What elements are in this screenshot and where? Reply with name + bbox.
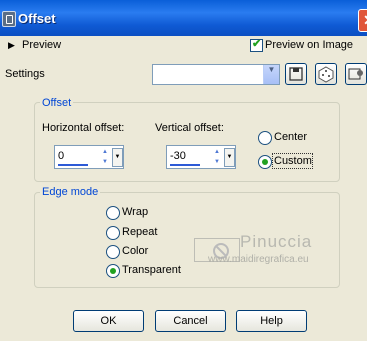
- edge-repeat-label: Repeat: [122, 226, 158, 238]
- close-icon: ✕: [363, 12, 367, 28]
- cancel-button[interactable]: Cancel: [155, 310, 226, 332]
- help-button[interactable]: Help: [236, 310, 307, 332]
- vertical-offset-slider[interactable]: [170, 164, 200, 166]
- small-arrow-icon: ▼: [114, 154, 121, 160]
- small-arrow-icon: ▼: [226, 154, 233, 160]
- vertical-offset-menu-button[interactable]: ▼: [224, 148, 235, 167]
- horizontal-offset-label: Horizontal offset:: [42, 122, 125, 134]
- edge-mode-group-label: Edge mode: [40, 186, 101, 198]
- settings-label: Settings: [5, 68, 45, 80]
- edge-transparent-radio[interactable]: [106, 264, 120, 278]
- spin-up-icon[interactable]: ▲: [100, 148, 110, 156]
- edge-transparent-label: Transparent: [122, 264, 181, 276]
- horizontal-offset-value: 0: [58, 150, 65, 162]
- preview-label: Preview: [21, 39, 62, 51]
- offset-custom-label: Custom: [274, 155, 312, 167]
- close-button[interactable]: ✕: [358, 9, 367, 32]
- offset-center-label: Center: [274, 131, 308, 143]
- preview-on-image-checkbox[interactable]: ✔: [250, 38, 263, 52]
- chevron-down-icon[interactable]: ▼: [263, 65, 279, 84]
- edge-color-label: Color: [122, 245, 149, 257]
- manage-presets-button[interactable]: [345, 63, 367, 85]
- cancel-label: Cancel: [173, 315, 208, 327]
- spin-down-icon[interactable]: ▼: [100, 158, 110, 166]
- edge-wrap-radio[interactable]: [106, 206, 120, 220]
- horizontal-offset-menu-button[interactable]: ▼: [112, 148, 123, 167]
- horizontal-offset-arrows[interactable]: ▲ ▼: [100, 148, 110, 166]
- horizontal-offset-spinner[interactable]: 0 ▲ ▼ ▼: [54, 145, 124, 169]
- watermark-site: www.maidiregrafica.eu: [208, 254, 309, 265]
- offset-center-radio[interactable]: [258, 131, 272, 145]
- save-preset-icon: [289, 67, 303, 81]
- offset-group-label: Offset: [40, 97, 74, 109]
- edge-wrap-label: Wrap: [122, 206, 149, 218]
- preview-on-image-label: Preview on Image: [265, 39, 354, 51]
- preview-toggle[interactable]: ▶ Preview: [8, 39, 61, 51]
- ok-button[interactable]: OK: [73, 310, 144, 332]
- help-label: Help: [260, 315, 283, 327]
- settings-preset-dropdown[interactable]: ▼: [152, 64, 280, 85]
- horizontal-offset-slider[interactable]: [58, 164, 88, 166]
- window-title: Offset: [18, 11, 56, 26]
- save-preset-button[interactable]: [285, 63, 307, 85]
- ok-label: OK: [100, 315, 117, 327]
- checkmark-icon: ✔: [252, 38, 262, 50]
- randomize-button[interactable]: [315, 63, 337, 85]
- vertical-offset-label: Vertical offset:: [155, 122, 224, 134]
- vertical-offset-value: -30: [170, 150, 186, 162]
- edge-repeat-radio[interactable]: [106, 226, 120, 240]
- offset-custom-radio[interactable]: [258, 155, 272, 169]
- vertical-offset-arrows[interactable]: ▲ ▼: [212, 148, 222, 166]
- spin-up-icon[interactable]: ▲: [212, 148, 222, 156]
- spin-down-icon[interactable]: ▼: [212, 158, 222, 166]
- edge-color-radio[interactable]: [106, 245, 120, 259]
- title-bar[interactable]: Offset ✕: [0, 0, 367, 36]
- vertical-offset-spinner[interactable]: -30 ▲ ▼ ▼: [166, 145, 236, 169]
- watermark-name: Pinuccia: [240, 232, 313, 251]
- expand-triangle-icon: ▶: [8, 40, 15, 50]
- app-icon: [2, 11, 16, 27]
- randomize-dice-icon: [318, 66, 334, 83]
- manage-presets-icon: [348, 68, 363, 80]
